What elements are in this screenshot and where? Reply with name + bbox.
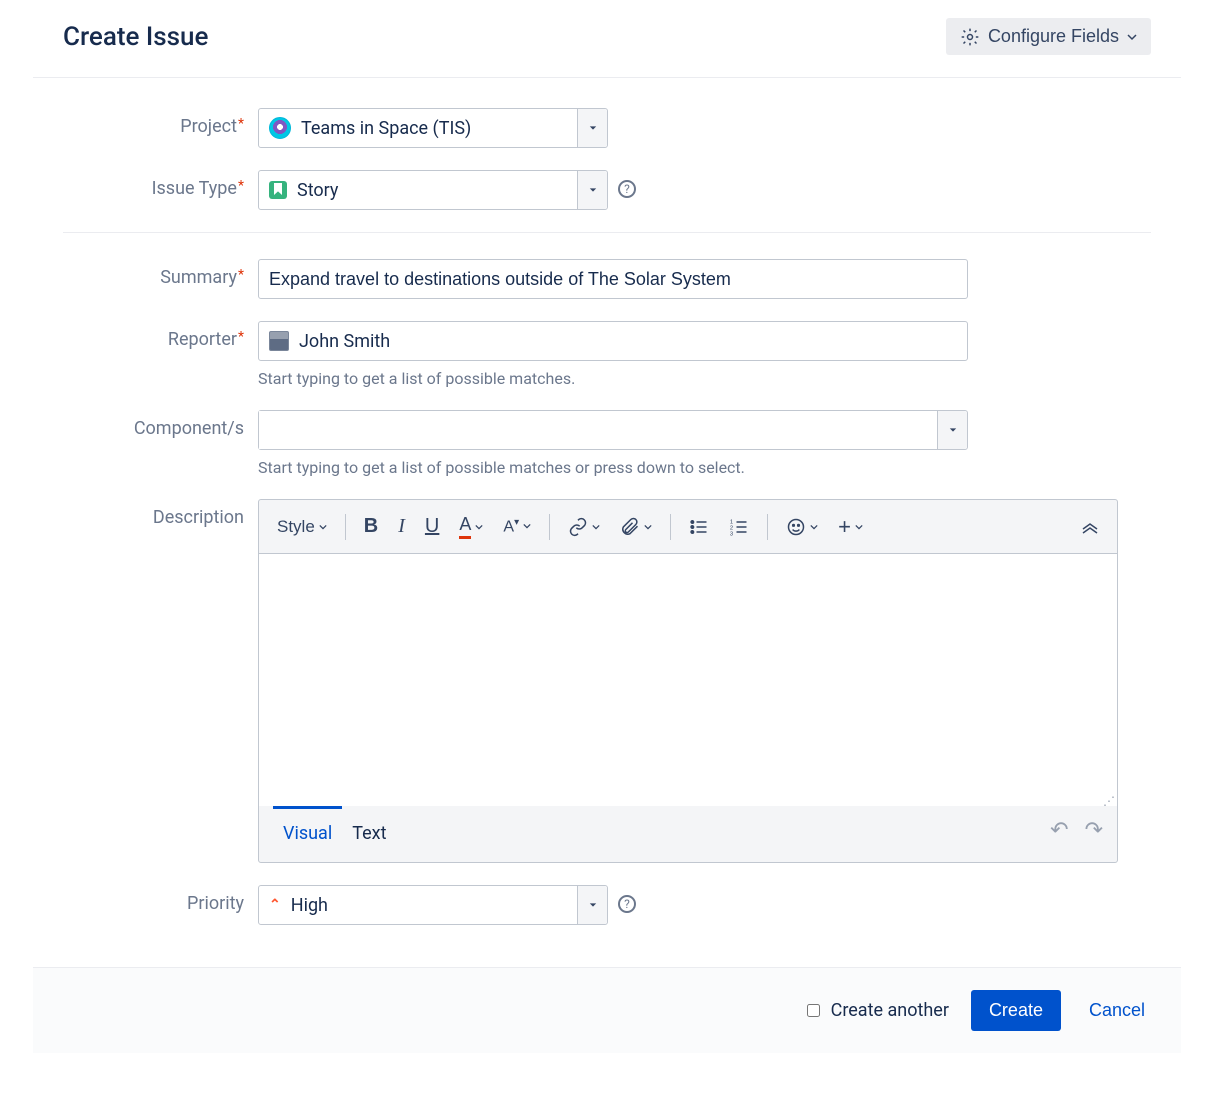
editor-resize-handle[interactable]: ⋰ [259, 794, 1117, 806]
style-dropdown[interactable]: Style [269, 511, 335, 543]
project-avatar-icon [269, 117, 291, 139]
issue-type-row: Issue Type* Story ? [63, 170, 1151, 210]
summary-label: Summary* [63, 259, 258, 288]
bullet-list-button[interactable] [681, 511, 717, 543]
summary-input[interactable] [258, 259, 968, 299]
components-text[interactable] [259, 411, 937, 449]
create-another-checkbox[interactable] [807, 1004, 820, 1017]
project-select-arrow[interactable] [577, 109, 607, 147]
dialog-header: Create Issue Configure Fields [33, 0, 1181, 78]
dialog-body: Project* Teams in Space (TIS) Issue Type… [33, 78, 1181, 967]
section-divider [63, 232, 1151, 233]
configure-fields-button[interactable]: Configure Fields [946, 18, 1151, 55]
components-select-arrow[interactable] [937, 411, 967, 449]
emoji-icon [786, 517, 806, 537]
attachment-button[interactable] [612, 511, 660, 543]
issue-type-select-arrow[interactable] [577, 171, 607, 209]
priority-label: Priority [63, 885, 258, 914]
chevron-down-icon [1127, 32, 1137, 42]
description-label: Description [63, 499, 258, 528]
issue-type-help-icon[interactable]: ? [618, 180, 636, 198]
priority-value: High [291, 895, 328, 916]
italic-button[interactable]: I [390, 509, 413, 544]
user-avatar-icon [269, 331, 289, 351]
create-another-wrapper[interactable]: Create another [803, 1000, 949, 1021]
description-row: Description Style B I U A A▾ [63, 499, 1151, 863]
summary-row: Summary* [63, 259, 1151, 299]
create-button[interactable]: Create [971, 990, 1061, 1031]
redo-button[interactable]: ↷ [1085, 818, 1103, 843]
toolbar-separator [345, 514, 346, 540]
toolbar-separator [549, 514, 550, 540]
issue-type-select[interactable]: Story [258, 170, 608, 210]
attachment-icon [620, 517, 640, 537]
issue-type-value: Story [297, 180, 338, 201]
reporter-hint: Start typing to get a list of possible m… [258, 369, 1151, 388]
editor-tabs: Visual Text ↶ ↷ [259, 806, 1117, 862]
svg-text:3: 3 [730, 531, 733, 537]
description-textarea[interactable] [259, 554, 1117, 794]
components-input[interactable] [258, 410, 968, 450]
editor-toolbar: Style B I U A A▾ 123 [259, 500, 1117, 554]
reporter-row: Reporter* John Smith Start typing to get… [63, 321, 1151, 388]
project-value: Teams in Space (TIS) [301, 118, 471, 139]
emoji-button[interactable] [778, 511, 826, 543]
underline-button[interactable]: U [417, 509, 447, 544]
create-another-label: Create another [831, 1000, 949, 1021]
numbered-list-icon: 123 [729, 517, 749, 537]
story-icon [269, 181, 287, 199]
reporter-input[interactable]: John Smith [258, 321, 968, 361]
more-formatting-button[interactable]: A▾ [495, 511, 539, 542]
priority-help-icon[interactable]: ? [618, 895, 636, 913]
components-label: Component/s [63, 410, 258, 439]
project-row: Project* Teams in Space (TIS) [63, 108, 1151, 148]
tab-text[interactable]: Text [342, 806, 396, 856]
cancel-button[interactable]: Cancel [1083, 999, 1151, 1022]
link-icon [568, 517, 588, 537]
insert-more-button[interactable]: + [830, 514, 871, 540]
collapse-icon [1081, 520, 1099, 534]
dialog-footer: Create another Create Cancel [33, 967, 1181, 1053]
toolbar-separator [767, 514, 768, 540]
reporter-value: John Smith [299, 331, 390, 352]
project-select[interactable]: Teams in Space (TIS) [258, 108, 608, 148]
numbered-list-button[interactable]: 123 [721, 511, 757, 543]
create-issue-dialog: Create Issue Configure Fields Project* T… [33, 0, 1181, 1053]
toolbar-separator [670, 514, 671, 540]
bold-button[interactable]: B [356, 509, 386, 544]
priority-select[interactable]: ⌃ High [258, 885, 608, 925]
tab-visual[interactable]: Visual [273, 806, 342, 856]
components-row: Component/s Start typing to get a list o… [63, 410, 1151, 477]
resize-grip-icon: ⋰ [1103, 794, 1113, 806]
configure-fields-label: Configure Fields [988, 26, 1119, 47]
collapse-toolbar-button[interactable] [1073, 514, 1107, 540]
bullet-list-icon [689, 517, 709, 537]
reporter-label: Reporter* [63, 321, 258, 350]
gear-icon [960, 27, 980, 47]
description-editor: Style B I U A A▾ 123 [258, 499, 1118, 863]
issue-type-label: Issue Type* [63, 170, 258, 199]
components-hint: Start typing to get a list of possible m… [258, 458, 1151, 477]
dialog-title: Create Issue [63, 22, 208, 52]
undo-button[interactable]: ↶ [1050, 818, 1068, 843]
project-label: Project* [63, 108, 258, 137]
text-color-button[interactable]: A [451, 508, 491, 545]
priority-row: Priority ⌃ High ? [63, 885, 1151, 925]
priority-select-arrow[interactable] [577, 886, 607, 924]
link-button[interactable] [560, 511, 608, 543]
priority-high-icon: ⌃ [269, 897, 281, 913]
